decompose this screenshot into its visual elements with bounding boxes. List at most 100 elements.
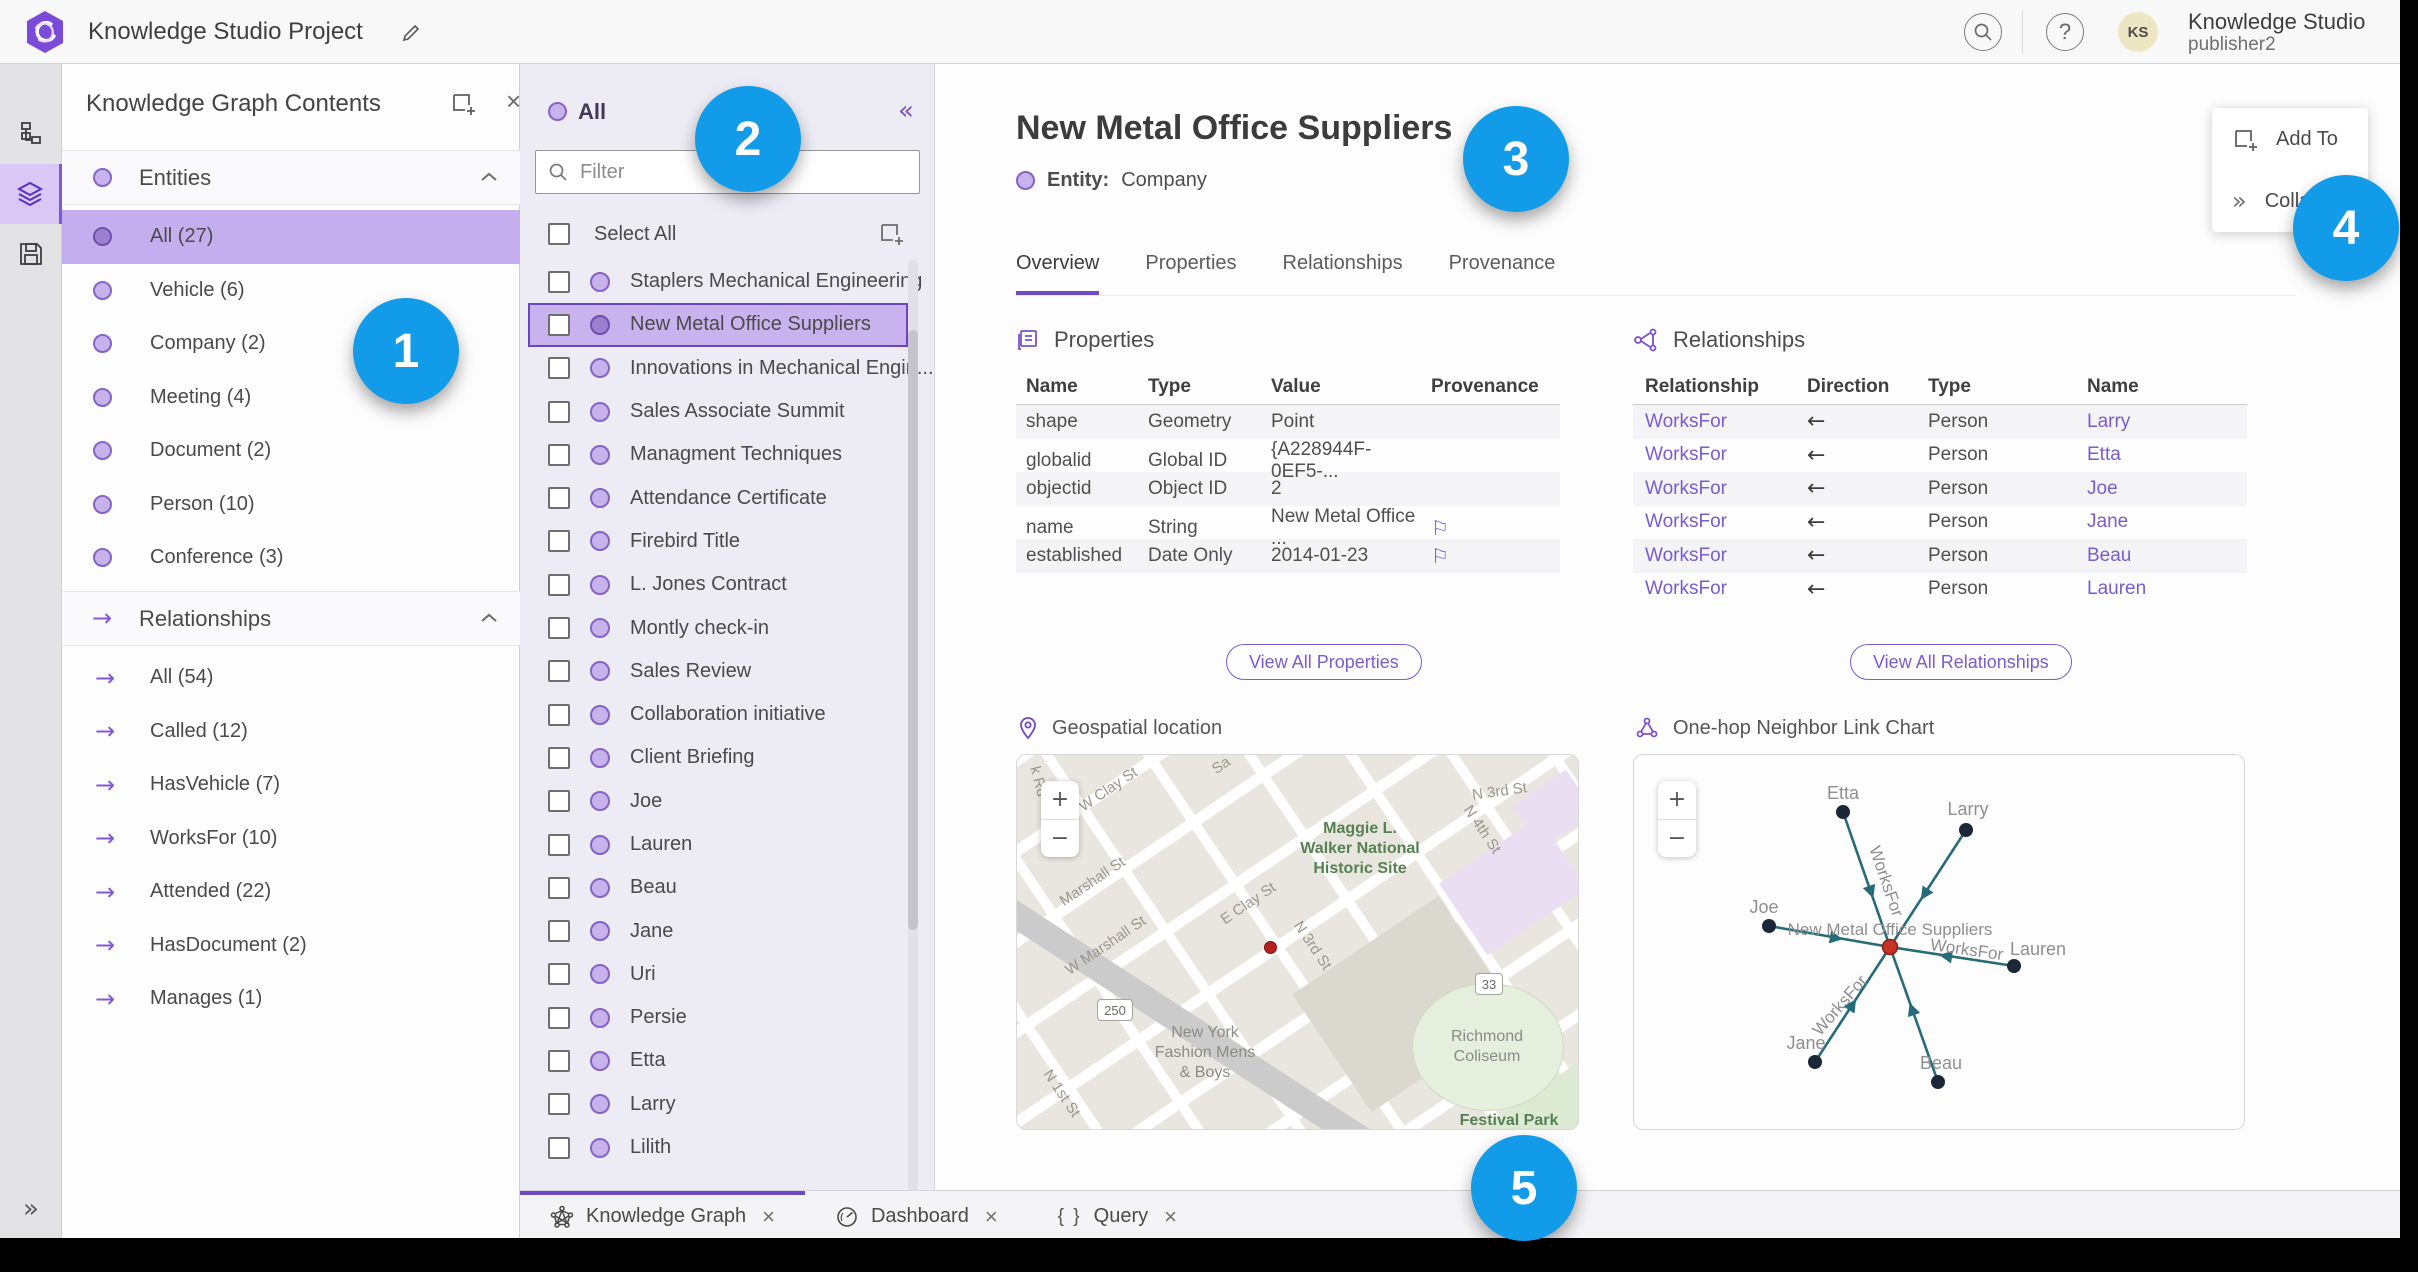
sidebar-item-relationship[interactable]: → All (54)	[62, 651, 520, 705]
list-item[interactable]: Lauren	[528, 823, 908, 866]
related-entity-link[interactable]: Larry	[2087, 411, 2247, 433]
related-entity-link[interactable]: Joe	[2087, 478, 2247, 500]
zoom-in-button[interactable]: +	[1658, 781, 1696, 820]
item-checkbox[interactable]	[548, 313, 570, 336]
item-checkbox[interactable]	[548, 876, 570, 899]
list-item[interactable]: Uri	[528, 953, 908, 996]
relationship-link[interactable]: WorksFor	[1645, 444, 1807, 466]
list-item[interactable]: Beau	[528, 866, 908, 909]
chevron-up-icon[interactable]	[480, 612, 498, 624]
save-icon[interactable]	[0, 224, 62, 284]
item-checkbox[interactable]	[548, 1136, 570, 1159]
list-item[interactable]: Client Briefing	[528, 736, 908, 779]
zoom-out-button[interactable]: −	[1041, 820, 1079, 858]
expand-rail-icon[interactable]: »	[0, 1189, 62, 1229]
item-checkbox[interactable]	[548, 920, 570, 943]
provenance-flag-icon[interactable]: ⚐	[1431, 544, 1560, 568]
sidebar-item-entity[interactable]: All (27)	[62, 210, 520, 264]
list-item[interactable]: Sales Associate Summit	[528, 390, 908, 433]
zoom-in-button[interactable]: +	[1041, 781, 1079, 820]
item-checkbox[interactable]	[548, 660, 570, 683]
item-checkbox[interactable]	[548, 487, 570, 510]
list-item[interactable]: Attendance Certificate	[528, 476, 908, 519]
relationship-link[interactable]: WorksFor	[1645, 511, 1807, 533]
list-item[interactable]: Firebird Title	[528, 520, 908, 563]
provenance-flag-icon[interactable]: ⚐	[1431, 516, 1560, 540]
item-checkbox[interactable]	[548, 573, 570, 596]
item-checkbox[interactable]	[548, 703, 570, 726]
add-to-map-icon[interactable]	[878, 220, 904, 246]
sidebar-item-relationship[interactable]: → HasVehicle (7)	[62, 758, 520, 812]
item-checkbox[interactable]	[548, 270, 570, 293]
relationships-section-header[interactable]: → Relationships	[62, 591, 520, 646]
view-all-properties-button[interactable]: View All Properties	[1226, 644, 1422, 680]
list-item[interactable]: Joe	[528, 780, 908, 823]
related-entity-link[interactable]: Lauren	[2087, 578, 2247, 600]
sidebar-item-relationship[interactable]: → Manages (1)	[62, 972, 520, 1026]
item-checkbox[interactable]	[548, 617, 570, 640]
item-checkbox[interactable]	[548, 1093, 570, 1116]
list-item[interactable]: Collaboration initiative	[528, 693, 908, 736]
sidebar-item-relationship[interactable]: → Attended (22)	[62, 865, 520, 919]
view-all-relationships-button[interactable]: View All Relationships	[1850, 644, 2072, 680]
map-widget[interactable]: k Rd Sa W Clay St E Clay St Marshall St …	[1016, 754, 1579, 1130]
center-node[interactable]	[1881, 938, 1899, 956]
item-checkbox[interactable]	[548, 530, 570, 553]
list-item[interactable]: Larry	[528, 1083, 908, 1126]
close-tab-icon[interactable]: ×	[985, 1204, 998, 1230]
chevron-up-icon[interactable]	[480, 171, 498, 183]
relationship-link[interactable]: WorksFor	[1645, 411, 1807, 433]
tab-properties[interactable]: Properties	[1145, 252, 1236, 295]
list-item[interactable]: Lilith	[528, 1126, 908, 1169]
list-item[interactable]: Etta	[528, 1039, 908, 1082]
sidebar-item-relationship[interactable]: → WorksFor (10)	[62, 812, 520, 866]
tab-knowledge-graph[interactable]: Knowledge Graph ×	[520, 1191, 805, 1238]
add-to-map-icon[interactable]	[450, 90, 476, 116]
list-item[interactable]: Jane	[528, 909, 908, 952]
scrollbar-thumb[interactable]	[908, 330, 918, 930]
item-checkbox[interactable]	[548, 790, 570, 813]
related-entity-link[interactable]: Etta	[2087, 444, 2247, 466]
related-entity-link[interactable]: Beau	[2087, 545, 2247, 567]
relationship-link[interactable]: WorksFor	[1645, 578, 1807, 600]
list-item[interactable]: Staplers Mechanical Engineering	[528, 260, 922, 303]
scrollbar-track[interactable]	[908, 260, 918, 1240]
data-model-icon[interactable]	[0, 104, 62, 164]
list-item[interactable]: New Metal Office Suppliers	[528, 303, 908, 347]
edit-title-icon[interactable]	[400, 22, 422, 44]
menu-item-add-to[interactable]: Add To	[2212, 108, 2368, 170]
item-checkbox[interactable]	[548, 357, 570, 380]
sidebar-item-entity[interactable]: Vehicle (6)	[62, 264, 520, 318]
entities-section-header[interactable]: Entities	[62, 150, 520, 205]
close-tab-icon[interactable]: ×	[762, 1204, 775, 1230]
tab-query[interactable]: { } Query ×	[1028, 1191, 1207, 1238]
item-checkbox[interactable]	[548, 400, 570, 423]
tab-relationships[interactable]: Relationships	[1283, 252, 1403, 295]
item-checkbox[interactable]	[548, 1006, 570, 1029]
tab-overview[interactable]: Overview	[1016, 252, 1100, 295]
list-item[interactable]: Montly check-in	[528, 606, 908, 649]
list-item[interactable]: Innovations in Mechanical Engin...	[528, 347, 934, 390]
item-checkbox[interactable]	[548, 833, 570, 856]
select-all-checkbox[interactable]	[548, 223, 570, 245]
help-button[interactable]: ?	[2046, 13, 2084, 51]
sidebar-item-relationship[interactable]: → HasDocument (2)	[62, 919, 520, 973]
list-item[interactable]: Persie	[528, 996, 908, 1039]
list-item[interactable]: Sales Review	[528, 650, 908, 693]
sidebar-item-entity[interactable]: Conference (3)	[62, 531, 520, 585]
tab-dashboard[interactable]: Dashboard ×	[805, 1191, 1028, 1238]
sidebar-item-relationship[interactable]: → Called (12)	[62, 705, 520, 759]
sidebar-item-entity[interactable]: Document (2)	[62, 424, 520, 478]
layers-icon[interactable]	[0, 164, 62, 224]
collapse-panel-icon[interactable]: «	[898, 96, 914, 126]
tab-provenance[interactable]: Provenance	[1449, 252, 1556, 295]
relationship-link[interactable]: WorksFor	[1645, 478, 1807, 500]
close-panel-icon[interactable]: ×	[506, 86, 521, 117]
link-chart-widget[interactable]: Etta Larry Joe Lauren Jane Beau New Meta…	[1633, 754, 2245, 1130]
item-checkbox[interactable]	[548, 963, 570, 986]
item-checkbox[interactable]	[548, 443, 570, 466]
list-item[interactable]: Managment Techniques	[528, 433, 908, 476]
close-tab-icon[interactable]: ×	[1164, 1204, 1177, 1230]
item-checkbox[interactable]	[548, 746, 570, 769]
list-item[interactable]: L. Jones Contract	[528, 563, 908, 606]
